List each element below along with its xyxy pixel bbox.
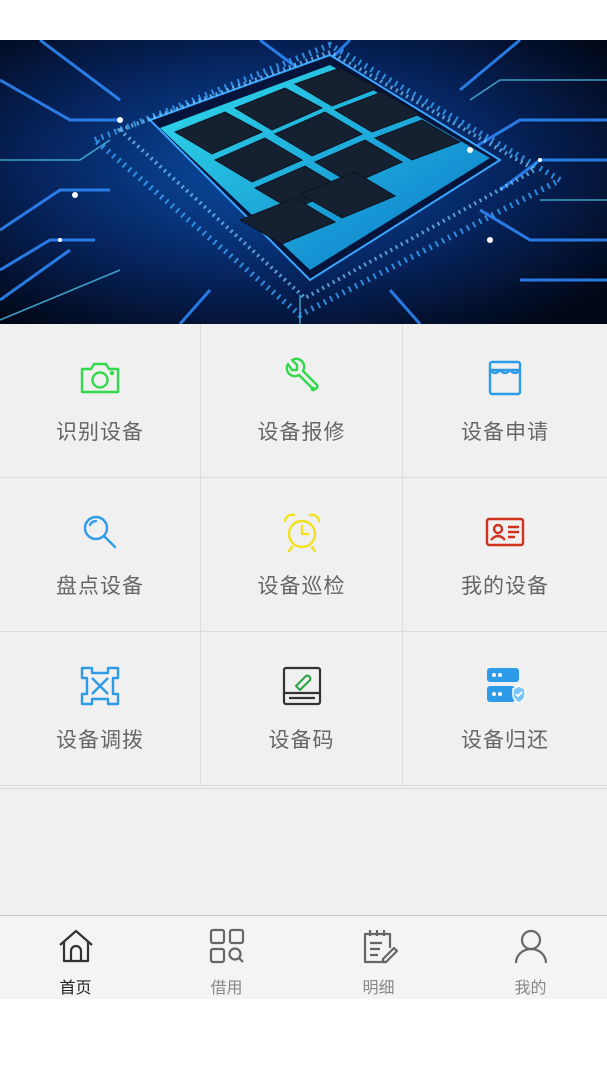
grid-item-device-inspection[interactable]: 设备巡检 (201, 478, 403, 632)
notepad-icon (363, 930, 398, 964)
tab-label: 明细 (362, 978, 395, 997)
store-icon (488, 360, 522, 396)
grid-item-label: 设备码 (268, 728, 335, 752)
id-card-icon (485, 517, 525, 547)
grid-item-device-code[interactable]: 设备码 (201, 632, 403, 786)
bottom-tab-bar: 首页 借用 明细 我的 (0, 915, 607, 999)
feature-grid: 识别设备 设备报修 设备申请 盘点设备 设备巡检 我的设备 设备调拨 设备码 设… (0, 324, 607, 789)
circuit-chip-banner (0, 40, 607, 324)
tab-label: 借用 (210, 978, 243, 997)
tab-mine[interactable]: 我的 (455, 916, 606, 1000)
tab-label: 我的 (514, 978, 547, 997)
grid-item-my-devices[interactable]: 我的设备 (403, 478, 607, 632)
apps-search-icon (209, 928, 244, 964)
server-check-icon (487, 668, 526, 704)
magnifier-icon (83, 515, 117, 549)
tab-home[interactable]: 首页 (0, 916, 151, 1000)
alarm-clock-icon (283, 513, 320, 553)
grid-item-inventory-check[interactable]: 盘点设备 (0, 478, 201, 632)
grid-item-label: 设备报修 (257, 420, 346, 444)
grid-item-label: 设备调拨 (56, 728, 144, 752)
camera-icon (80, 362, 120, 394)
grid-item-device-transfer[interactable]: 设备调拨 (0, 632, 201, 786)
tab-label: 首页 (59, 978, 92, 997)
user-icon (514, 929, 547, 964)
grid-item-device-apply[interactable]: 设备申请 (403, 324, 607, 478)
grid-item-label: 设备巡检 (257, 574, 346, 598)
grid-item-label: 我的设备 (461, 574, 549, 598)
grid-item-device-return[interactable]: 设备归还 (403, 632, 607, 786)
grid-item-label: 识别设备 (56, 420, 144, 444)
tab-details[interactable]: 明细 (303, 916, 454, 1000)
wrench-icon (285, 357, 318, 392)
grid-item-label: 盘点设备 (56, 574, 144, 598)
tab-borrow[interactable]: 借用 (151, 916, 302, 1000)
grid-item-identify-device[interactable]: 识别设备 (0, 324, 201, 478)
banner-carousel[interactable] (0, 40, 607, 324)
content-empty-area (0, 789, 607, 915)
grid-item-label: 设备归还 (461, 728, 549, 752)
grid-item-device-repair[interactable]: 设备报修 (201, 324, 403, 478)
status-bar (0, 0, 607, 40)
grid-item-label: 设备申请 (461, 420, 549, 444)
device-repair-icon (282, 666, 321, 706)
bottom-blank (0, 999, 607, 1080)
home-icon (58, 929, 93, 963)
transfer-icon (80, 666, 120, 706)
